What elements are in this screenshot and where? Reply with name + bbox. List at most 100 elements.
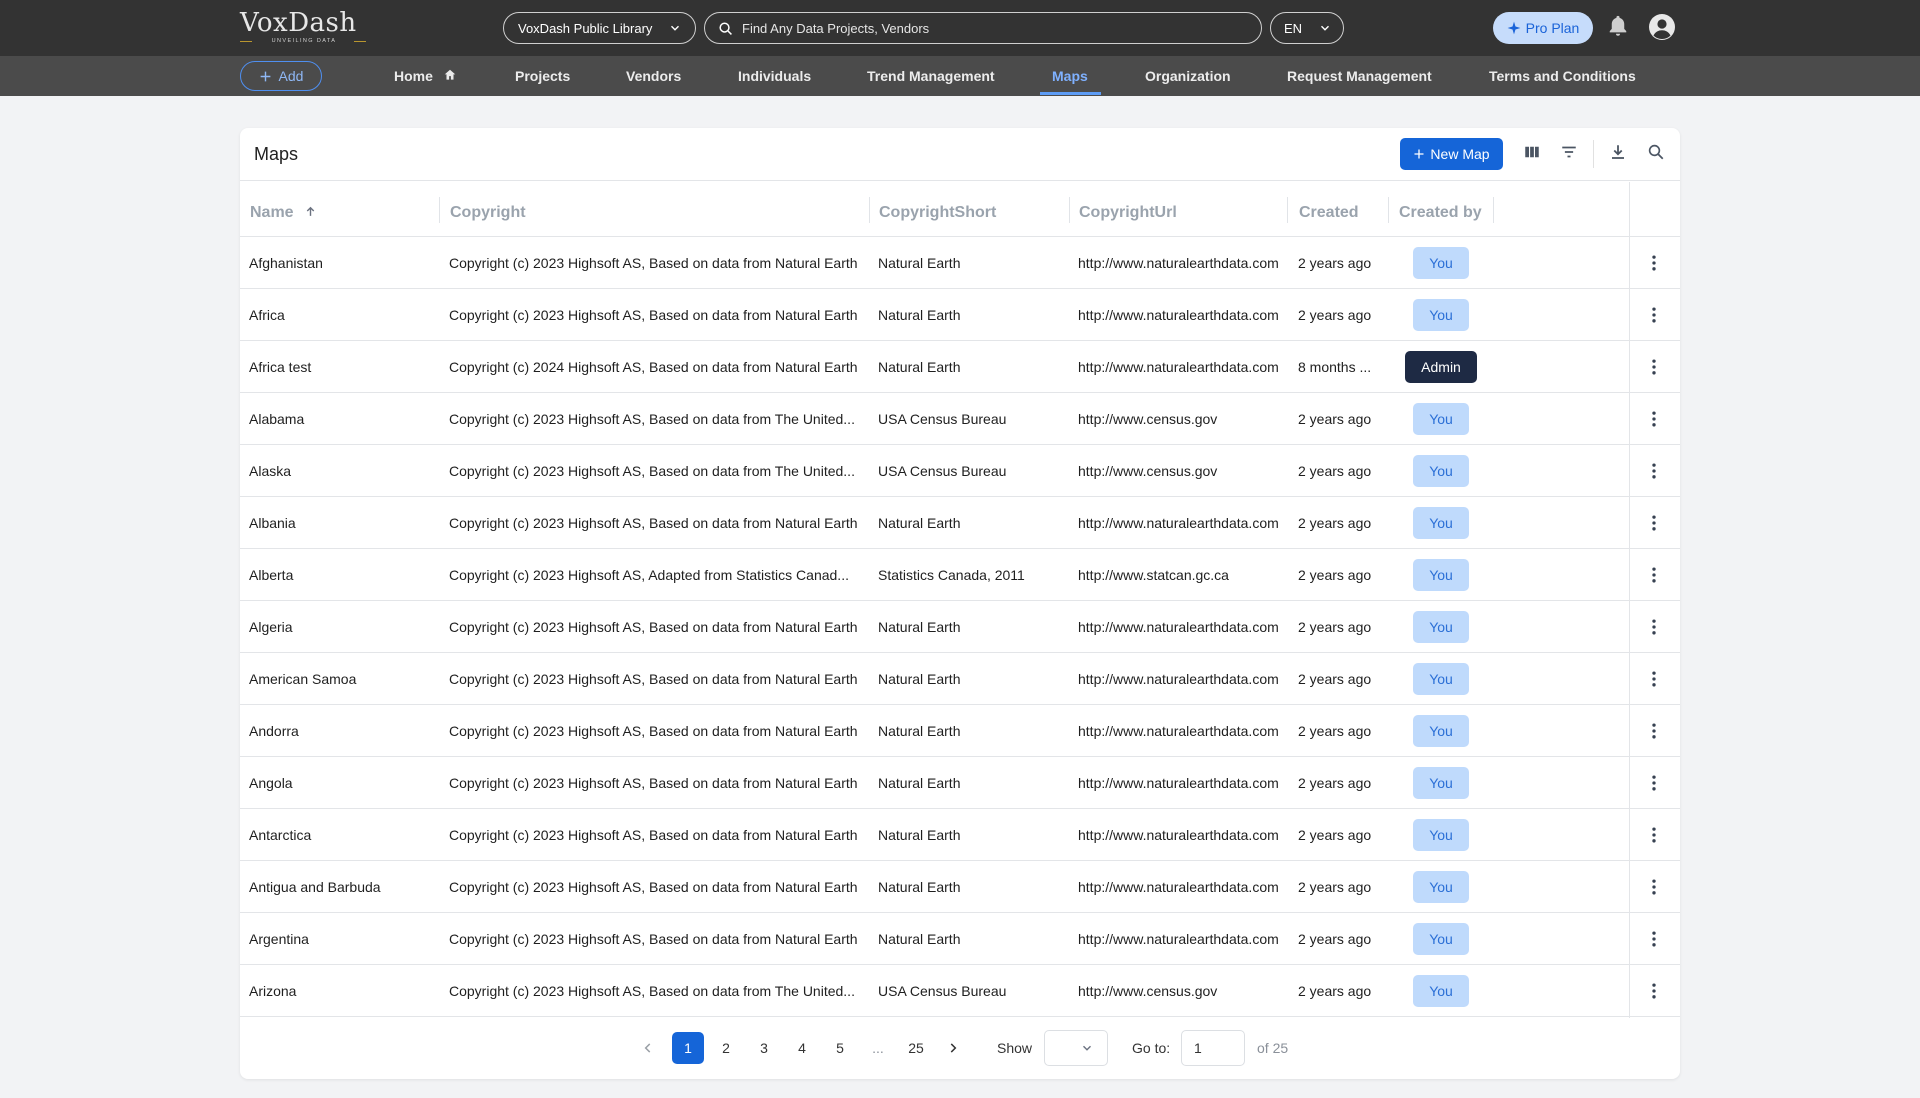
more-vertical-icon[interactable] xyxy=(1644,305,1664,325)
column-header-copyrighturl[interactable]: CopyrightUrl xyxy=(1079,199,1177,227)
table-row[interactable]: Alabama Copyright (c) 2023 Highsoft AS, B… xyxy=(240,393,1680,445)
created-by-badge[interactable]: You xyxy=(1413,455,1469,487)
more-vertical-icon[interactable] xyxy=(1644,825,1664,845)
table-row[interactable]: Arizona Copyright (c) 2023 Highsoft AS, B… xyxy=(240,965,1680,1017)
more-vertical-icon[interactable] xyxy=(1644,669,1664,689)
page-button-25[interactable]: 25 xyxy=(900,1032,932,1064)
more-vertical-icon[interactable] xyxy=(1644,461,1664,481)
created-by-badge[interactable]: You xyxy=(1413,299,1469,331)
created-by-badge[interactable]: You xyxy=(1413,247,1469,279)
columns-icon[interactable] xyxy=(1523,143,1541,161)
chevron-left-icon[interactable] xyxy=(641,1041,655,1055)
created-by-badge[interactable]: You xyxy=(1413,871,1469,903)
column-header-created-by[interactable]: Created by xyxy=(1399,199,1482,227)
column-header-name[interactable]: Name xyxy=(250,199,317,227)
created-by-badge[interactable]: You xyxy=(1413,715,1469,747)
add-button[interactable]: Add xyxy=(240,61,322,91)
created-by-badge[interactable]: You xyxy=(1413,767,1469,799)
table-row[interactable]: Antigua and Barbuda Copyright (c) 2023 Hi… xyxy=(240,861,1680,913)
more-vertical-icon[interactable] xyxy=(1644,513,1664,533)
cell-copyright: Copyright (c) 2023 Highsoft AS, Based on… xyxy=(449,307,858,323)
created-by-badge[interactable]: You xyxy=(1413,923,1469,955)
page-size-select[interactable] xyxy=(1044,1030,1108,1066)
sparkle-icon xyxy=(1507,21,1521,35)
goto-page-input[interactable] xyxy=(1181,1030,1245,1066)
download-icon[interactable] xyxy=(1609,143,1627,161)
nav-item-terms-and-conditions[interactable]: Terms and Conditions xyxy=(1489,56,1636,96)
more-vertical-icon[interactable] xyxy=(1644,981,1664,1001)
nav-item-maps[interactable]: Maps xyxy=(1052,56,1088,96)
main-nav: Add Home Projects Vendors Individuals Tr… xyxy=(0,56,1920,96)
plus-icon xyxy=(1414,149,1424,159)
arrow-up-icon[interactable] xyxy=(304,205,317,218)
more-vertical-icon[interactable] xyxy=(1644,617,1664,637)
table-row[interactable]: American Samoa Copyright (c) 2023 Highsof… xyxy=(240,653,1680,705)
table-row[interactable]: Andorra Copyright (c) 2023 Highsoft AS, B… xyxy=(240,705,1680,757)
created-by-badge[interactable]: You xyxy=(1413,507,1469,539)
nav-item-organization[interactable]: Organization xyxy=(1145,56,1231,96)
more-vertical-icon[interactable] xyxy=(1644,721,1664,741)
pro-plan-button[interactable]: Pro Plan xyxy=(1493,12,1593,44)
more-vertical-icon[interactable] xyxy=(1644,409,1664,429)
table-row[interactable]: Afghanistan Copyright (c) 2023 Highsoft A… xyxy=(240,237,1680,289)
more-vertical-icon[interactable] xyxy=(1644,929,1664,949)
nav-item-vendors[interactable]: Vendors xyxy=(626,56,681,96)
cell-name: Argentina xyxy=(249,931,309,947)
table-row[interactable]: Africa test Copyright (c) 2024 Highsoft A… xyxy=(240,341,1680,393)
more-vertical-icon[interactable] xyxy=(1644,565,1664,585)
created-by-badge[interactable]: You xyxy=(1413,819,1469,851)
column-header-created[interactable]: Created xyxy=(1299,199,1359,227)
created-by-badge[interactable]: You xyxy=(1413,663,1469,695)
more-vertical-icon[interactable] xyxy=(1644,253,1664,273)
cell-copyright-short: Natural Earth xyxy=(878,359,961,375)
page-button-1[interactable]: 1 xyxy=(672,1032,704,1064)
cell-copyright: Copyright (c) 2023 Highsoft AS, Based on… xyxy=(449,983,855,999)
created-by-badge[interactable]: You xyxy=(1413,559,1469,591)
filter-icon[interactable] xyxy=(1560,143,1578,161)
cell-copyright-url: http://www.naturalearthdata.com xyxy=(1078,671,1279,687)
page-button-5[interactable]: 5 xyxy=(824,1032,856,1064)
table-row[interactable]: Argentina Copyright (c) 2023 Highsoft AS,… xyxy=(240,913,1680,965)
nav-item-projects[interactable]: Projects xyxy=(515,56,570,96)
language-select[interactable]: EN xyxy=(1270,12,1344,44)
chevron-right-icon[interactable] xyxy=(946,1041,960,1055)
cell-name: Antigua and Barbuda xyxy=(249,879,381,895)
created-by-badge[interactable]: Admin xyxy=(1405,351,1477,383)
page-button-2[interactable]: 2 xyxy=(710,1032,742,1064)
bell-icon[interactable] xyxy=(1607,14,1629,38)
table-row[interactable]: Albania Copyright (c) 2023 Highsoft AS, B… xyxy=(240,497,1680,549)
page-button-4[interactable]: 4 xyxy=(786,1032,818,1064)
nav-item-home[interactable]: Home xyxy=(394,56,457,96)
search-icon[interactable] xyxy=(1647,143,1665,161)
new-map-button[interactable]: New Map xyxy=(1400,138,1503,170)
library-select[interactable]: VoxDash Public Library xyxy=(503,12,696,44)
cell-name: American Samoa xyxy=(249,671,357,687)
nav-item-request-management[interactable]: Request Management xyxy=(1287,56,1432,96)
table-row[interactable]: Africa Copyright (c) 2023 Highsoft AS, Ba… xyxy=(240,289,1680,341)
plus-icon xyxy=(260,71,270,81)
table-row[interactable]: Alberta Copyright (c) 2023 Highsoft AS, A… xyxy=(240,549,1680,601)
cell-created: 2 years ago xyxy=(1298,463,1372,479)
cell-copyright-short: Natural Earth xyxy=(878,307,961,323)
voxdash-logo[interactable]: VoxDash UNVEILING DATA xyxy=(240,6,366,46)
nav-item-individuals[interactable]: Individuals xyxy=(738,56,811,96)
created-by-badge[interactable]: You xyxy=(1413,611,1469,643)
cell-copyright-url: http://www.naturalearthdata.com xyxy=(1078,359,1279,375)
table-row[interactable]: Algeria Copyright (c) 2023 Highsoft AS, B… xyxy=(240,601,1680,653)
created-by-badge[interactable]: You xyxy=(1413,975,1469,1007)
more-vertical-icon[interactable] xyxy=(1644,357,1664,377)
column-header-copyrightshort[interactable]: CopyrightShort xyxy=(879,199,996,227)
table-row[interactable]: Antarctica Copyright (c) 2023 Highsoft AS… xyxy=(240,809,1680,861)
search-input[interactable] xyxy=(742,20,1242,36)
more-vertical-icon[interactable] xyxy=(1644,773,1664,793)
page-button-3[interactable]: 3 xyxy=(748,1032,780,1064)
cell-copyright: Copyright (c) 2023 Highsoft AS, Based on… xyxy=(449,411,855,427)
nav-item-trend-management[interactable]: Trend Management xyxy=(867,56,995,96)
more-vertical-icon[interactable] xyxy=(1644,877,1664,897)
global-search[interactable] xyxy=(704,12,1262,44)
user-avatar-icon[interactable] xyxy=(1648,13,1676,41)
column-header-copyright[interactable]: Copyright xyxy=(450,199,526,227)
table-row[interactable]: Angola Copyright (c) 2023 Highsoft AS, Ba… xyxy=(240,757,1680,809)
table-row[interactable]: Alaska Copyright (c) 2023 Highsoft AS, Ba… xyxy=(240,445,1680,497)
created-by-badge[interactable]: You xyxy=(1413,403,1469,435)
